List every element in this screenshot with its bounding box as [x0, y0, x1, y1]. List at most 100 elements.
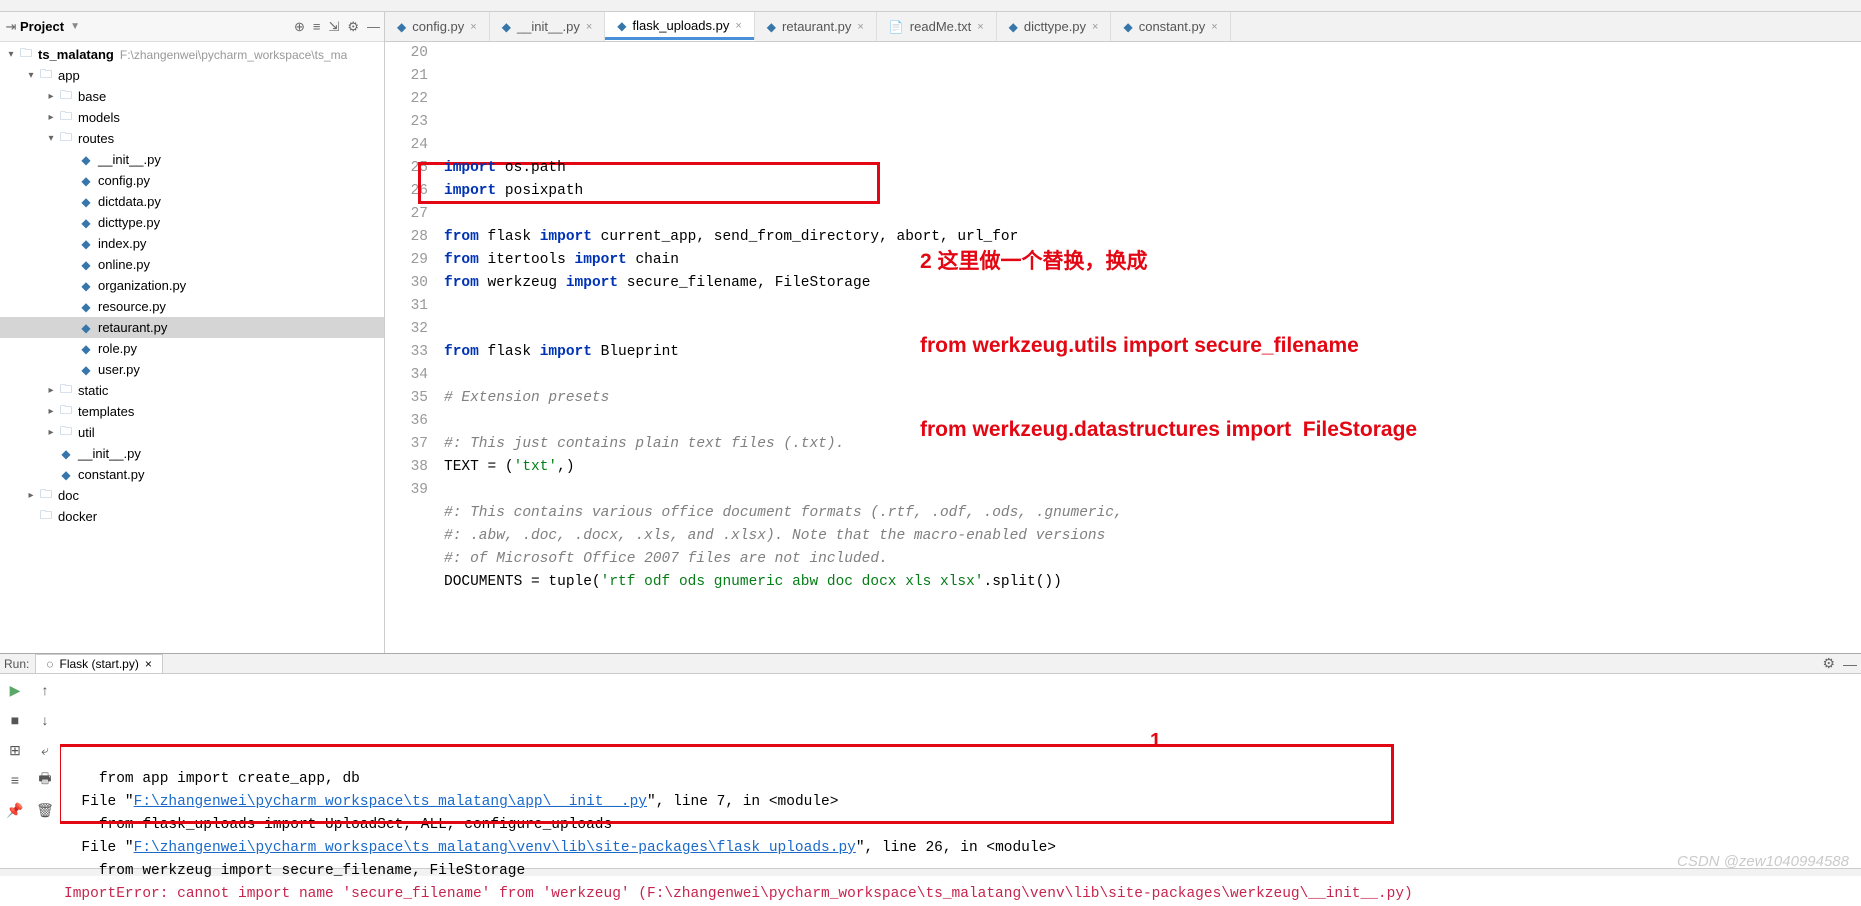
- tree-label: config.py: [98, 173, 150, 188]
- code-line[interactable]: import posixpath: [440, 180, 1861, 203]
- tree-file[interactable]: ◆retaurant.py: [0, 317, 384, 338]
- collapse-icon[interactable]: ≡: [313, 19, 321, 34]
- run-button[interactable]: ▶: [5, 680, 25, 700]
- file-link[interactable]: F:\zhangenwei\pycharm_workspace\ts_malat…: [134, 794, 647, 810]
- filter-button[interactable]: ≡: [5, 770, 25, 790]
- gear-icon[interactable]: ⚙: [347, 19, 359, 35]
- tree-folder[interactable]: 🗀docker: [0, 506, 384, 527]
- tab-label: config.py: [412, 19, 464, 34]
- code-line[interactable]: [440, 410, 1861, 433]
- tree-file[interactable]: ◆dictdata.py: [0, 191, 384, 212]
- trash-button[interactable]: 🗑: [35, 800, 55, 820]
- print-button[interactable]: 🖶: [35, 770, 55, 790]
- down-button[interactable]: ↓: [35, 710, 55, 730]
- editor-tab[interactable]: ◆config.py×: [385, 12, 490, 41]
- wrap-button[interactable]: ⤶: [35, 740, 55, 760]
- spinner-icon: ◌: [46, 657, 53, 671]
- tree-file[interactable]: ◆__init__.py: [0, 149, 384, 170]
- tree-file[interactable]: ◆user.py: [0, 359, 384, 380]
- pin-button[interactable]: 📌: [5, 800, 25, 820]
- close-icon[interactable]: ×: [470, 21, 476, 33]
- line-number: 21: [385, 65, 428, 88]
- toggle-icon[interactable]: ▸: [24, 490, 38, 501]
- toggle-icon[interactable]: ▸: [44, 112, 58, 123]
- tree-file[interactable]: ◆config.py: [0, 170, 384, 191]
- editor-tab[interactable]: ◆__init__.py×: [490, 12, 606, 41]
- code-line[interactable]: from flask import current_app, send_from…: [440, 226, 1861, 249]
- console-output[interactable]: from app import create_app, db File "F:\…: [60, 674, 1861, 906]
- close-icon[interactable]: ×: [735, 20, 741, 32]
- code-line[interactable]: # Extension presets: [440, 387, 1861, 410]
- hide-icon[interactable]: —: [1843, 656, 1857, 672]
- tree-folder[interactable]: ▸🗀static: [0, 380, 384, 401]
- close-icon[interactable]: ×: [857, 21, 863, 33]
- tree-file[interactable]: ◆role.py: [0, 338, 384, 359]
- tree-file[interactable]: ◆organization.py: [0, 275, 384, 296]
- toggle-icon[interactable]: ▸: [44, 427, 58, 438]
- tree-file[interactable]: ◆dicttype.py: [0, 212, 384, 233]
- toggle-icon[interactable]: ▾: [44, 133, 58, 144]
- close-icon[interactable]: ×: [1211, 21, 1217, 33]
- project-title[interactable]: Project: [20, 19, 64, 34]
- gear-icon[interactable]: ⚙: [1822, 655, 1835, 672]
- code-line[interactable]: from werkzeug import secure_filename, Fi…: [440, 272, 1861, 295]
- editor-tab[interactable]: ◆retaurant.py×: [755, 12, 877, 41]
- toggle-icon[interactable]: ▸: [44, 91, 58, 102]
- code-line[interactable]: TEXT = ('txt',): [440, 456, 1861, 479]
- code-line[interactable]: DOCUMENTS = tuple('rtf odf ods gnumeric …: [440, 571, 1861, 594]
- tree-folder[interactable]: ▾🗀app: [0, 65, 384, 86]
- tree-folder[interactable]: ▸🗀templates: [0, 401, 384, 422]
- toggle-icon[interactable]: ▾: [24, 70, 38, 81]
- stop-button[interactable]: ■: [5, 710, 25, 730]
- code-line[interactable]: [440, 134, 1861, 157]
- tree-file[interactable]: ◆__init__.py: [0, 443, 384, 464]
- panel-arrow-icon[interactable]: ⇥: [4, 19, 18, 35]
- close-icon[interactable]: ×: [1092, 21, 1098, 33]
- tree-folder[interactable]: ▸🗀doc: [0, 485, 384, 506]
- code-line[interactable]: import os.path: [440, 157, 1861, 180]
- code-body[interactable]: 2 这里做一个替换，换成 from werkzeug.utils import …: [440, 42, 1861, 653]
- code-line[interactable]: [440, 295, 1861, 318]
- code-area[interactable]: 2021222324252627282930313233343536373839…: [385, 42, 1861, 653]
- code-line[interactable]: [440, 364, 1861, 387]
- toggle-icon[interactable]: ▾: [4, 49, 18, 60]
- code-line[interactable]: [440, 318, 1861, 341]
- code-line[interactable]: #: This just contains plain text files (…: [440, 433, 1861, 456]
- close-icon[interactable]: ×: [977, 21, 983, 33]
- code-line[interactable]: from itertools import chain: [440, 249, 1861, 272]
- expand-icon[interactable]: ⇲: [328, 19, 339, 35]
- close-icon[interactable]: ×: [586, 21, 592, 33]
- code-line[interactable]: [440, 479, 1861, 502]
- line-number: 30: [385, 272, 428, 295]
- toggle-icon[interactable]: ▸: [44, 385, 58, 396]
- editor-tab[interactable]: ◆dicttype.py×: [997, 12, 1112, 41]
- target-icon[interactable]: ⊕: [294, 19, 305, 35]
- py-icon: ◆: [617, 19, 626, 33]
- run-tab[interactable]: ◌ Flask (start.py) ×: [35, 654, 163, 673]
- hide-icon[interactable]: —: [367, 19, 380, 34]
- tree-file[interactable]: ◆online.py: [0, 254, 384, 275]
- tree-folder[interactable]: ▸🗀models: [0, 107, 384, 128]
- editor-tab[interactable]: ◆flask_uploads.py×: [605, 12, 755, 41]
- code-line[interactable]: #: .abw, .doc, .docx, .xls, and .xlsx). …: [440, 525, 1861, 548]
- code-line[interactable]: #: of Microsoft Office 2007 files are no…: [440, 548, 1861, 571]
- tree-folder[interactable]: ▸🗀util: [0, 422, 384, 443]
- tree-file[interactable]: ◆resource.py: [0, 296, 384, 317]
- close-icon[interactable]: ×: [145, 657, 152, 671]
- code-line[interactable]: from flask import Blueprint: [440, 341, 1861, 364]
- tree-folder[interactable]: ▾🗀ts_malatangF:\zhangenwei\pycharm_works…: [0, 44, 384, 65]
- toggle-icon[interactable]: ▸: [44, 406, 58, 417]
- python-icon: ◆: [78, 257, 94, 273]
- tree-folder[interactable]: ▸🗀base: [0, 86, 384, 107]
- dropdown-icon[interactable]: ▼: [70, 21, 80, 32]
- file-link[interactable]: F:\zhangenwei\pycharm_workspace\ts_malat…: [134, 840, 856, 856]
- tree-file[interactable]: ◆index.py: [0, 233, 384, 254]
- editor-tab[interactable]: 📄readMe.txt×: [877, 12, 997, 41]
- tree-file[interactable]: ◆constant.py: [0, 464, 384, 485]
- code-line[interactable]: #: This contains various office document…: [440, 502, 1861, 525]
- layout-button[interactable]: ⊞: [5, 740, 25, 760]
- tree-folder[interactable]: ▾🗀routes: [0, 128, 384, 149]
- up-button[interactable]: ↑: [35, 680, 55, 700]
- editor-tab[interactable]: ◆constant.py×: [1111, 12, 1230, 41]
- code-line[interactable]: [440, 203, 1861, 226]
